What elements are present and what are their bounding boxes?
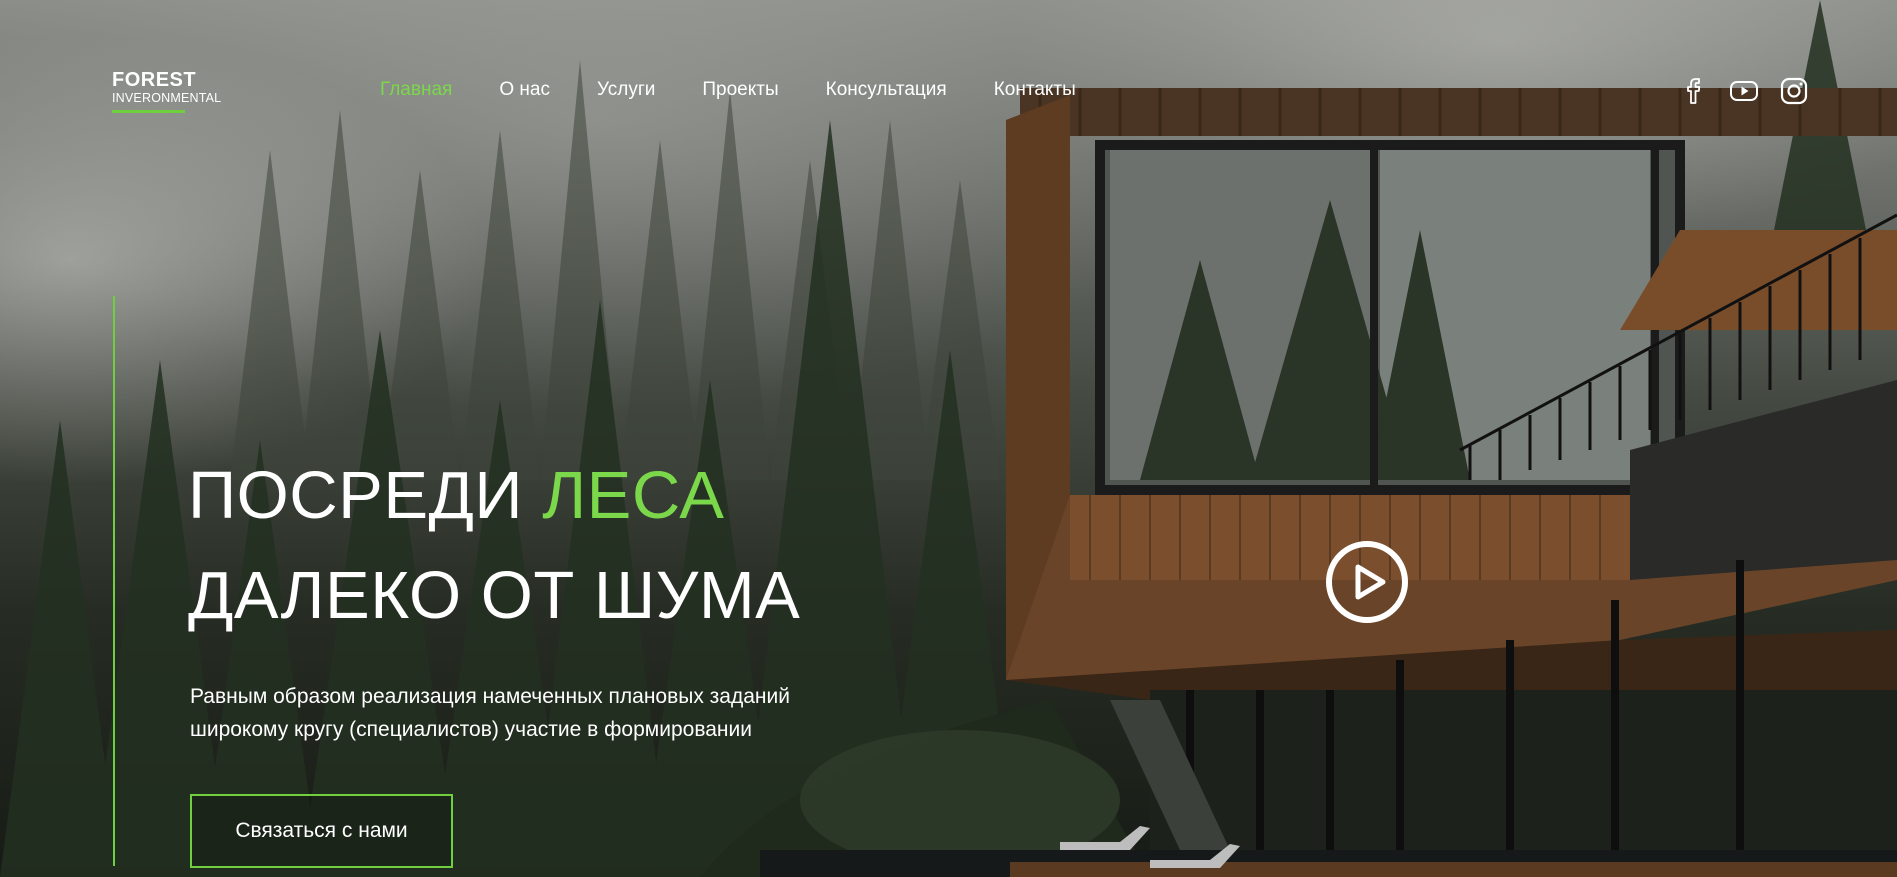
nav-item-projects[interactable]: Проекты — [702, 78, 778, 102]
hero-description: Равным образом реализация намеченных пла… — [190, 680, 910, 746]
hero-description-line2: широкому кругу (специалистов) участие в … — [190, 718, 752, 741]
nav-item-contacts[interactable]: Контакты — [994, 78, 1076, 102]
logo-subtitle: INVERONMENTAL — [112, 91, 222, 105]
main-nav: Главная О нас Услуги Проекты Консультаци… — [380, 78, 1123, 102]
nav-item-about[interactable]: О нас — [499, 78, 550, 102]
hero-title-accent: ЛЕСА — [542, 458, 725, 533]
hero-title-line2: ДАЛЕКО ОТ ШУМА — [188, 558, 801, 633]
hero-title-line1: ПОСРЕДИ ЛЕСА — [188, 458, 724, 533]
nav-item-services[interactable]: Услуги — [597, 78, 655, 102]
logo-title: FOREST — [112, 69, 197, 91]
play-video-button[interactable] — [1324, 539, 1410, 625]
play-icon — [1326, 541, 1408, 623]
nav-item-home[interactable]: Главная — [380, 78, 452, 102]
contact-us-button[interactable]: Связаться с нами — [190, 794, 453, 868]
instagram-icon[interactable] — [1779, 76, 1809, 106]
logo-underline — [112, 110, 185, 113]
logo[interactable]: FOREST INVERONMENTAL — [112, 70, 221, 113]
social-links — [1679, 76, 1809, 106]
youtube-icon[interactable] — [1729, 76, 1759, 106]
hero-title-main: ПОСРЕДИ — [188, 458, 524, 533]
nav-item-consultation[interactable]: Консультация — [826, 78, 947, 102]
decorative-vertical-line — [113, 296, 115, 866]
hero-description-line1: Равным образом реализация намеченных пла… — [190, 685, 790, 708]
facebook-icon[interactable] — [1679, 76, 1709, 106]
hero-title: ПОСРЕДИ ЛЕСА ДАЛЕКО ОТ ШУМА — [188, 446, 800, 646]
